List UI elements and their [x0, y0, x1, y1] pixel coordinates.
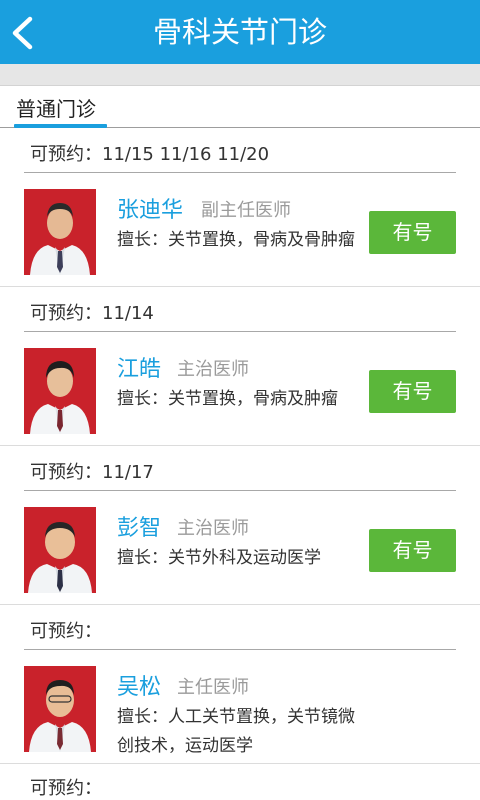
clinic-type-tabbar: 普通门诊 [0, 86, 480, 128]
app-header: 骨科关节门诊 [0, 0, 480, 64]
divider [24, 172, 456, 173]
page-title: 骨科关节门诊 [152, 15, 327, 49]
available-dates: 可预约： [30, 778, 102, 799]
divider [24, 649, 456, 650]
available-button[interactable]: 有号 [369, 370, 456, 413]
doctor-specialty: 擅长：关节置换，骨病及骨肿瘤 [117, 230, 355, 250]
divider [24, 331, 456, 332]
available-dates: 可预约：11/15 11/16 11/20 [30, 144, 270, 165]
doctor-item[interactable]: 可预约： 吴松 主任医师 擅长：人工关节置换，关节镜微创技术，运动医学 [0, 605, 480, 764]
doctor-specialty: 擅长：人工关节置换，关节镜微创技术，运动医学 [117, 707, 355, 756]
header-spacer [0, 64, 480, 86]
divider [24, 490, 456, 491]
doctor-item[interactable]: 可预约：11/15 11/16 11/20 张迪华 副主任医师 擅长：关节置换，… [0, 128, 480, 287]
tab-general-clinic[interactable]: 普通门诊 [16, 96, 96, 122]
doctor-name: 吴松 [117, 675, 162, 700]
doctor-item[interactable]: 可预约：11/14 江皓 主治医师 擅长：关节置换，骨病及肿瘤 有号 [0, 287, 480, 446]
doctor-title: 主任医师 [177, 677, 249, 698]
doctor-title: 副主任医师 [201, 200, 291, 221]
doctor-specialty: 擅长：关节置换，骨病及肿瘤 [117, 389, 338, 409]
doctor-list: 可预约：11/15 11/16 11/20 张迪华 副主任医师 擅长：关节置换，… [0, 128, 480, 800]
doctor-photo [24, 348, 96, 434]
doctor-photo [24, 189, 96, 275]
available-button[interactable]: 有号 [369, 211, 456, 254]
doctor-specialty: 擅长：关节外科及运动医学 [117, 548, 321, 568]
available-dates: 可预约：11/17 [30, 462, 154, 483]
available-dates: 可预约： [30, 621, 102, 642]
available-button[interactable]: 有号 [369, 529, 456, 572]
doctor-name: 江皓 [117, 357, 162, 382]
doctor-photo [24, 666, 96, 752]
doctor-item[interactable]: 可预约： [0, 764, 480, 800]
doctor-photo [24, 507, 96, 593]
doctor-title: 主治医师 [177, 518, 249, 539]
doctor-title: 主治医师 [177, 359, 249, 380]
doctor-name: 张迪华 [117, 198, 184, 223]
doctor-item[interactable]: 可预约：11/17 彭智 主治医师 擅长：关节外科及运动医学 有号 [0, 446, 480, 605]
doctor-name: 彭智 [117, 516, 162, 541]
available-dates: 可预约：11/14 [30, 303, 154, 324]
